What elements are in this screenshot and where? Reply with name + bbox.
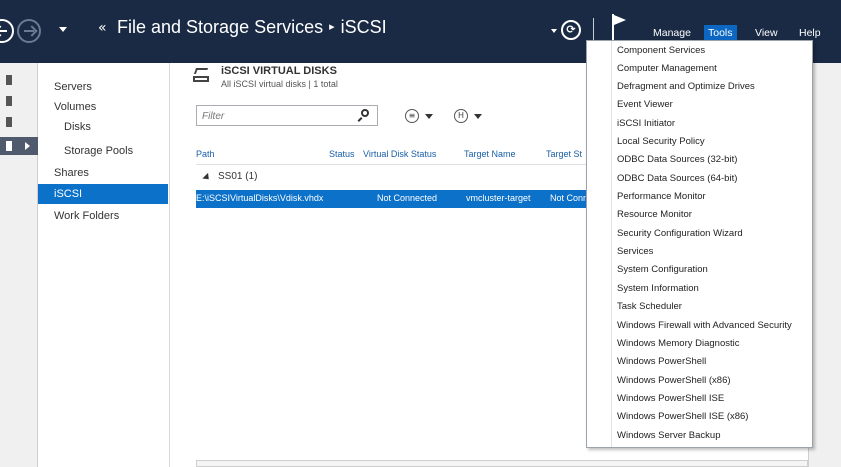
tools-dropdown-menu: Component Services Computer Management D…: [586, 40, 813, 448]
column-header-target-name[interactable]: Target Name: [464, 149, 516, 159]
sidebar: Servers Volumes Disks Storage Pools Shar…: [38, 63, 170, 467]
group-row[interactable]: SS01 (1): [196, 170, 596, 186]
breadcrumb-parent[interactable]: File and Storage Services: [117, 17, 323, 37]
menu-item-security-config-wizard[interactable]: Security Configuration Wizard: [617, 225, 743, 243]
menu-manage[interactable]: Manage: [649, 25, 695, 41]
menu-item-memory-diagnostic[interactable]: Windows Memory Diagnostic: [617, 335, 739, 353]
section-title: iSCSI VIRTUAL DISKS: [221, 65, 337, 77]
column-header-target-status[interactable]: Target St: [546, 149, 590, 159]
sidebar-item-iscsi[interactable]: iSCSI: [38, 184, 168, 204]
nav-history-dropdown-icon[interactable]: [59, 27, 67, 32]
filter-box[interactable]: [196, 105, 378, 126]
menu-item-component-services[interactable]: Component Services: [617, 42, 705, 60]
menu-item-local-security-policy[interactable]: Local Security Policy: [617, 133, 705, 151]
filter-input[interactable]: [202, 109, 352, 123]
cell-target-status: Not Conn: [550, 193, 589, 203]
menu-item-powershell-ise[interactable]: Windows PowerShell ISE: [617, 390, 724, 408]
menu-item-powershell-x86[interactable]: Windows PowerShell (x86): [617, 372, 731, 390]
refresh-dropdown-icon[interactable]: [551, 29, 557, 33]
file-storage-services-icon[interactable]: [0, 137, 38, 155]
refresh-icon[interactable]: ⟳: [561, 20, 581, 40]
breadcrumb-arrows-icon[interactable]: «: [98, 20, 107, 36]
column-header-path[interactable]: Path: [196, 149, 215, 159]
expand-arrow-icon: [25, 142, 30, 150]
collapse-arrow-icon[interactable]: [202, 172, 212, 183]
cell-path: E:\iSCSIVirtualDisks\Vdisk.vhdx: [196, 193, 324, 203]
search-icon[interactable]: [357, 109, 369, 122]
menu-item-server-backup[interactable]: Windows Server Backup: [617, 427, 720, 445]
column-header-virtual-disk-status[interactable]: Virtual Disk Status: [363, 149, 436, 159]
all-servers-icon[interactable]: [6, 117, 12, 127]
menu-item-event-viewer[interactable]: Event Viewer: [617, 96, 673, 114]
dashboard-icon[interactable]: [6, 75, 12, 85]
menu-item-system-configuration[interactable]: System Configuration: [617, 261, 708, 279]
menu-item-defragment[interactable]: Defragment and Optimize Drives: [617, 78, 755, 96]
menu-item-odbc-32[interactable]: ODBC Data Sources (32-bit): [617, 151, 737, 169]
menu-item-task-scheduler[interactable]: Task Scheduler: [617, 298, 682, 316]
menu-view[interactable]: View: [751, 25, 782, 41]
list-view-dropdown-icon[interactable]: [425, 114, 433, 119]
sidebar-item-work-folders[interactable]: Work Folders: [38, 206, 168, 226]
virtual-disk-icon: [193, 67, 211, 83]
menu-item-system-information[interactable]: System Information: [617, 280, 699, 298]
menu-item-resource-monitor[interactable]: Resource Monitor: [617, 206, 692, 224]
left-rail: [0, 63, 38, 467]
section-subtitle: All iSCSI virtual disks | 1 total: [221, 79, 338, 89]
menu-item-services[interactable]: Services: [617, 243, 653, 261]
menu-help[interactable]: Help: [795, 25, 825, 41]
save-query-icon[interactable]: H: [454, 109, 468, 123]
menu-item-odbc-64[interactable]: ODBC Data Sources (64-bit): [617, 170, 737, 188]
toolbar-divider: [593, 18, 594, 40]
menu-item-powershell[interactable]: Windows PowerShell: [617, 353, 706, 371]
breadcrumb-separator-icon: ▸: [329, 21, 335, 33]
sidebar-item-volumes[interactable]: Volumes: [38, 97, 168, 117]
back-arrow-icon[interactable]: [0, 19, 14, 43]
breadcrumb-current: iSCSI: [340, 17, 387, 37]
save-query-dropdown-icon[interactable]: [474, 114, 482, 119]
menu-item-iscsi-initiator[interactable]: iSCSI Initiator: [617, 115, 675, 133]
cell-virtual-disk-status: Not Connected: [377, 193, 438, 203]
cell-target-name: vmcluster-target: [466, 193, 531, 203]
menu-tools[interactable]: Tools: [704, 25, 737, 41]
sidebar-item-servers[interactable]: Servers: [38, 77, 168, 97]
horizontal-scrollbar[interactable]: [196, 460, 808, 467]
notifications-flag-icon[interactable]: [612, 14, 628, 40]
menu-item-performance-monitor[interactable]: Performance Monitor: [617, 188, 706, 206]
list-view-icon[interactable]: ≡: [405, 109, 419, 123]
forward-arrow-icon[interactable]: [17, 19, 41, 43]
sidebar-item-storage-pools[interactable]: Storage Pools: [38, 141, 168, 161]
menu-item-computer-management[interactable]: Computer Management: [617, 60, 717, 78]
sidebar-item-shares[interactable]: Shares: [38, 163, 168, 183]
local-server-icon[interactable]: [6, 96, 12, 106]
column-header-status[interactable]: Status: [329, 149, 355, 159]
sidebar-item-disks[interactable]: Disks: [38, 117, 168, 137]
breadcrumb: File and Storage Services ▸ iSCSI: [117, 17, 387, 38]
menu-item-powershell-ise-x86[interactable]: Windows PowerShell ISE (x86): [617, 408, 748, 426]
menu-item-windows-firewall[interactable]: Windows Firewall with Advanced Security: [617, 317, 792, 335]
